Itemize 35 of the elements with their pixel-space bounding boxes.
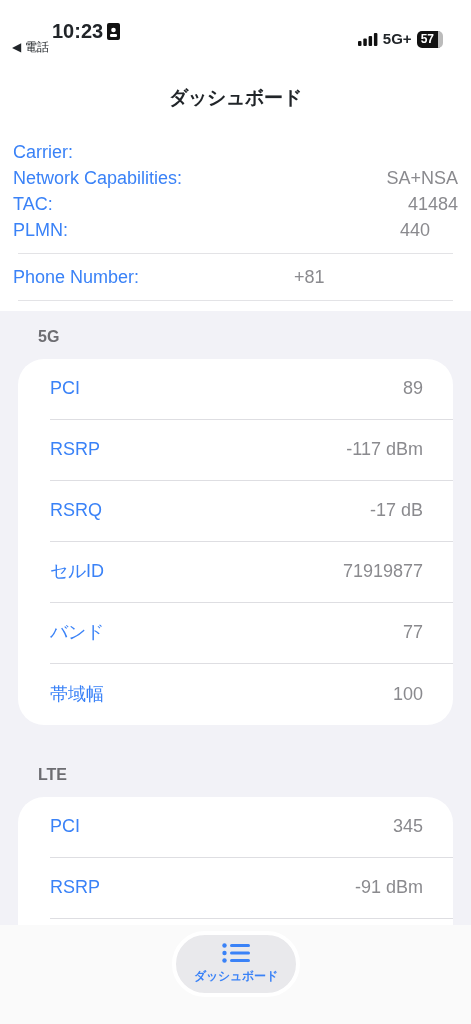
- info-value: SA+NSA: [386, 166, 458, 190]
- row-value: 89: [402, 377, 423, 400]
- section-header: LTE: [37, 764, 69, 785]
- info-label: TAC:: [13, 192, 53, 216]
- row-label: RSRP: [50, 876, 100, 899]
- network-label: 5G+: [382, 29, 412, 49]
- row-label: 帯域幅: [50, 682, 104, 706]
- info-value: +81: [294, 265, 325, 289]
- row-label: バンド: [50, 621, 104, 644]
- clock-time: 10:23: [52, 19, 104, 44]
- row-label: PCI: [50, 815, 80, 838]
- info-value: 440: [399, 218, 430, 242]
- info-value: 41484: [407, 192, 458, 216]
- row-value: -17 dB: [369, 499, 423, 522]
- person-icon: [107, 22, 121, 40]
- section-header: 5G: [37, 326, 61, 347]
- page-title: ダッシュボード: [168, 86, 303, 110]
- signal-icon: [357, 32, 378, 46]
- info-label: Phone Number:: [13, 265, 140, 289]
- row-value: 345: [392, 815, 423, 838]
- row-value: 77: [402, 621, 423, 644]
- row-value: -91 dBm: [354, 876, 423, 899]
- row-label: セルID: [50, 560, 104, 583]
- info-label: PLMN:: [13, 218, 68, 242]
- row-value: 71919877: [342, 560, 423, 583]
- list-icon: [221, 943, 250, 963]
- battery-indicator: 57: [416, 30, 443, 48]
- info-label: Carrier:: [13, 140, 73, 164]
- row-label: RSRQ: [50, 499, 102, 522]
- row-value: -117 dBm: [346, 438, 423, 461]
- back-link[interactable]: ◀ 電話: [12, 38, 49, 56]
- row-value: 100: [392, 682, 423, 706]
- row-label: PCI: [50, 377, 80, 400]
- row-label: RSRP: [50, 438, 100, 461]
- info-label: Network Capabilities:: [13, 166, 183, 190]
